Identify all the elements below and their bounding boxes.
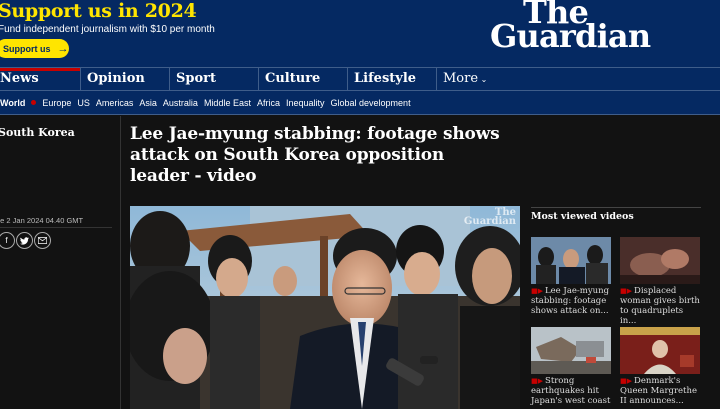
- video-player[interactable]: The Guardian: [130, 206, 520, 409]
- subnav-americas[interactable]: Americas: [93, 98, 137, 108]
- video-camera-icon: ■▶: [531, 377, 543, 385]
- nav-opinion[interactable]: Opinion: [80, 68, 169, 91]
- article-headline: Lee Jae-myung stabbing: footage shows at…: [130, 124, 500, 186]
- article-dateline: ue 2 Jan 2024 04.40 GMT: [0, 216, 84, 225]
- subnav-europe[interactable]: Europe: [39, 98, 74, 108]
- most-viewed-item[interactable]: ■▶ Lee Jae-myung stabbing: footage shows …: [531, 237, 611, 316]
- subnav-africa[interactable]: Africa: [254, 98, 283, 108]
- subnav-us[interactable]: US: [74, 98, 93, 108]
- subnav: World Europe US Americas Asia Australia …: [0, 91, 720, 115]
- chevron-down-icon: ⌄: [478, 75, 488, 84]
- thumbnail-image: [620, 237, 700, 284]
- subnav-global-development[interactable]: Global development: [328, 98, 414, 108]
- thumbnail-image: [620, 327, 700, 374]
- live-dot-icon: [31, 100, 37, 105]
- nav-lifestyle[interactable]: Lifestyle: [347, 68, 436, 91]
- nav-culture[interactable]: Culture: [258, 68, 347, 91]
- most-viewed-title: Most viewed videos: [531, 211, 634, 222]
- nav-more[interactable]: More ⌄: [436, 68, 556, 91]
- section-label[interactable]: South Korea: [0, 126, 75, 139]
- support-banner: Support us in 2024 Fund independent jour…: [0, 0, 720, 67]
- video-watermark-line2: Guardian: [463, 216, 516, 227]
- column-divider: [120, 116, 121, 409]
- video-camera-icon: ■▶: [620, 287, 632, 295]
- video-camera-icon: ■▶: [531, 287, 543, 295]
- subnav-world[interactable]: World: [0, 98, 28, 108]
- thumbnail-image: [531, 237, 611, 284]
- subnav-asia[interactable]: Asia: [136, 98, 160, 108]
- nav-sport[interactable]: Sport: [169, 68, 258, 91]
- arrow-right-icon: →: [57, 42, 69, 55]
- subnav-inequality[interactable]: Inequality: [283, 98, 328, 108]
- support-title: Support us in 2024: [0, 0, 197, 22]
- most-viewed-item[interactable]: ■▶ Displaced woman gives birth to quadrup…: [620, 237, 700, 326]
- divider: [0, 227, 112, 228]
- most-viewed-item[interactable]: ■▶ Denmark's Queen Margrethe II announces…: [620, 327, 700, 406]
- most-viewed-item[interactable]: ■▶ Strong earthquakes hit Japan's west co…: [531, 327, 611, 406]
- guardian-logo[interactable]: The Guardian: [490, 0, 660, 55]
- video-frame-image: [130, 206, 520, 409]
- nav-news[interactable]: News: [0, 68, 80, 91]
- pillar-nav: News Opinion Sport Culture Lifestyle Mor…: [0, 67, 720, 91]
- facebook-share-icon[interactable]: f: [0, 232, 15, 249]
- twitter-share-icon[interactable]: [16, 232, 33, 249]
- nav-more-label: More: [443, 71, 479, 86]
- video-camera-icon: ■▶: [620, 377, 632, 385]
- support-us-label: Support us: [3, 43, 51, 54]
- email-share-icon[interactable]: [34, 232, 51, 249]
- logo-line-guardian: Guardian: [490, 17, 651, 55]
- subnav-middle-east[interactable]: Middle East: [201, 98, 254, 108]
- support-us-button[interactable]: Support us →: [0, 39, 69, 58]
- subnav-australia[interactable]: Australia: [160, 98, 201, 108]
- thumbnail-image: [531, 327, 611, 374]
- support-subtitle: Fund independent journalism with $10 per…: [0, 24, 215, 35]
- divider: [531, 207, 701, 208]
- video-watermark: The Guardian: [463, 208, 516, 227]
